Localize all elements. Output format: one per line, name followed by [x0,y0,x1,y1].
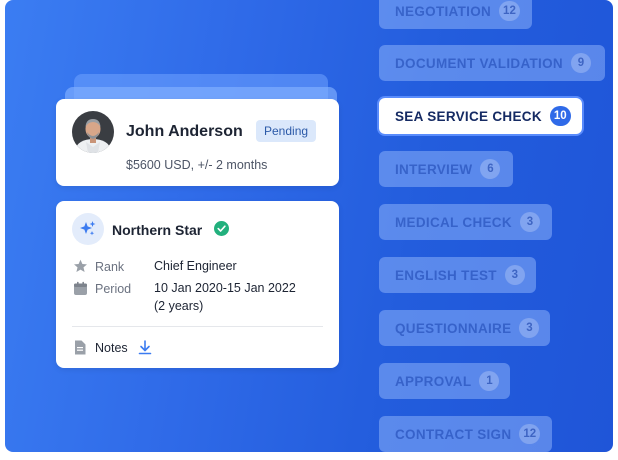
stage-count-badge: 9 [570,53,591,73]
period-label: Period [95,282,132,296]
status-badge: Pending [256,120,317,142]
download-icon[interactable] [138,340,152,355]
notes-label[interactable]: Notes [95,341,128,355]
document-icon [73,340,87,355]
stage-label: SEA SERVICE CHECK [395,108,542,124]
divider [72,326,323,327]
stage-label: APPROVAL [395,373,472,389]
salary-text: $5600 USD, +/- 2 months [126,158,268,172]
stage-document-validation[interactable]: DOCUMENT VALIDATION 9 [379,45,605,81]
calendar-icon [73,281,88,296]
stage-medical-check[interactable]: MEDICAL CHECK 3 [379,204,552,240]
ship-name: Northern Star [112,222,203,238]
avatar [72,111,114,153]
check-circle-icon [214,221,229,236]
stage-label: MEDICAL CHECK [395,214,512,230]
rank-value: Chief Engineer [154,259,237,273]
stage-count-badge: 6 [480,159,501,179]
stage-count-badge: 12 [519,424,541,444]
stage-label: QUESTIONNAIRE [395,320,512,336]
stage-english-test[interactable]: ENGLISH TEST 3 [379,257,536,293]
stage-approval[interactable]: APPROVAL 1 [379,363,510,399]
stage-count-badge: 3 [519,212,540,232]
stage-questionnaire[interactable]: QUESTIONNAIRE 3 [379,310,550,346]
candidate-name: John Anderson [126,123,243,140]
period-duration: (2 years) [154,299,204,313]
stage-label: INTERVIEW [395,161,473,177]
period-value: 10 Jan 2020-15 Jan 2022 [154,281,296,295]
stage-label: ENGLISH TEST [395,267,497,283]
stage-interview[interactable]: INTERVIEW 6 [379,151,513,187]
sparkle-icon [72,213,104,245]
star-icon [73,259,88,274]
stage-contract-sign[interactable]: CONTRACT SIGN 12 [379,416,552,452]
candidate-card[interactable]: John Anderson Pending $5600 USD, +/- 2 m… [56,99,339,186]
stage-count-badge: 12 [499,1,520,21]
stage-label: CONTRACT SIGN [395,426,512,442]
stage-count-badge: 1 [479,371,500,391]
stage-label: DOCUMENT VALIDATION [395,55,563,71]
stage-count-badge: 10 [549,106,571,126]
stage-sea-service-check[interactable]: SEA SERVICE CHECK 10 [379,98,582,134]
stage-count-badge: 3 [519,318,540,338]
stage-label: NEGOTIATION [395,3,492,19]
stage-negotiation[interactable]: NEGOTIATION 12 [379,0,532,29]
stage-count-badge: 3 [504,265,525,285]
rank-label: Rank [95,260,125,274]
experience-card: Northern Star Rank Chief Engineer Period… [56,201,339,368]
pipeline-panel: John Anderson Pending $5600 USD, +/- 2 m… [5,0,613,452]
